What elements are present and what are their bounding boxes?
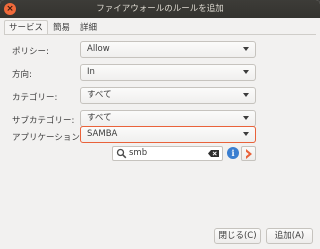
chevron-down-icon [243, 70, 249, 74]
application-value: SAMBA [87, 129, 118, 139]
info-icon[interactable]: i [227, 147, 239, 159]
tab-divider [4, 34, 316, 35]
close-button[interactable]: 閉じる(C) [214, 228, 261, 244]
category-label: カテゴリー: [12, 93, 58, 103]
policy-value: Allow [87, 44, 110, 54]
direction-value: In [87, 67, 95, 77]
application-combo[interactable]: SAMBA [80, 126, 256, 143]
subcategory-value: すべて [87, 113, 112, 123]
search-icon [116, 148, 127, 159]
chevron-down-icon [243, 132, 249, 136]
arrow-right-icon [246, 149, 252, 159]
tab-service[interactable]: サービス [4, 20, 49, 35]
copy-to-advanced-button[interactable] [241, 146, 256, 161]
add-button[interactable]: 追加(A) [266, 228, 313, 244]
tab-advanced[interactable]: 詳細 [75, 20, 102, 35]
chevron-down-icon [243, 93, 249, 97]
category-value: すべて [87, 90, 112, 100]
add-firewall-rule-dialog: ファイアウォールのルールを追加 × サービス 簡易 詳細 ポリシー: Allow… [0, 0, 320, 249]
policy-label: ポリシー: [12, 47, 49, 57]
application-label: アプリケーション: [12, 133, 83, 143]
chevron-down-icon [243, 47, 249, 51]
chevron-down-icon [243, 116, 249, 120]
policy-combo[interactable]: Allow [80, 41, 256, 58]
application-search-input[interactable]: smb [112, 146, 223, 161]
direction-combo[interactable]: In [80, 64, 256, 81]
tab-bar: サービス 簡易 詳細 [4, 20, 102, 35]
subcategory-combo[interactable]: すべて [80, 110, 256, 127]
subcategory-label: サブカテゴリー: [12, 116, 75, 126]
search-text: smb [129, 148, 148, 158]
window-title: ファイアウォールのルールを追加 [96, 4, 224, 14]
close-window-icon[interactable]: × [4, 3, 16, 15]
tab-simple[interactable]: 簡易 [48, 20, 75, 35]
title-bar: ファイアウォールのルールを追加 × [0, 0, 320, 18]
clear-text-icon[interactable] [208, 150, 219, 157]
category-combo[interactable]: すべて [80, 87, 256, 104]
direction-label: 方向: [12, 70, 32, 80]
